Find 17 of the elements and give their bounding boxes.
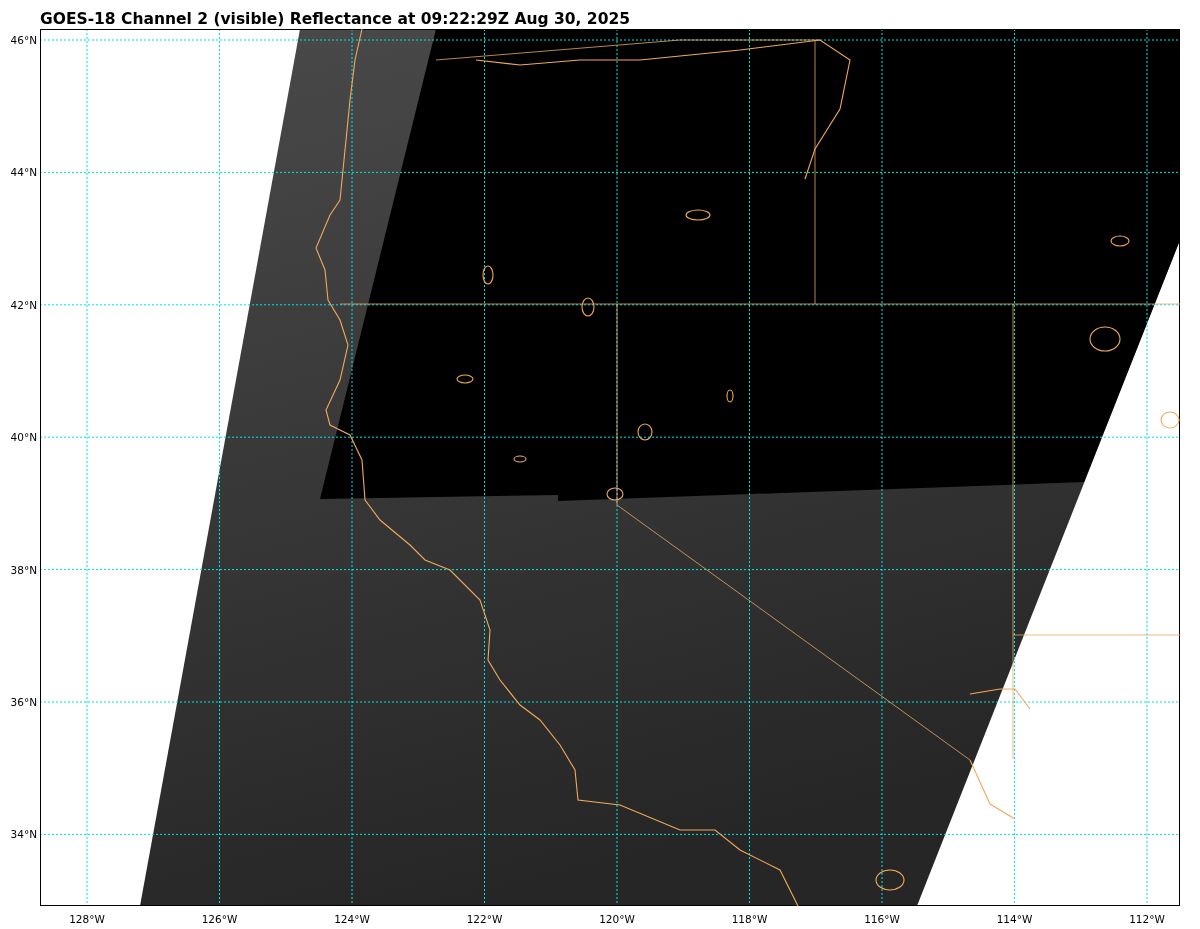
latitude-label: 46°N [10,34,37,46]
latitude-label: 40°N [10,431,37,444]
longitude-label: 114°W [996,913,1033,925]
longitude-label: 116°W [864,913,900,925]
latitude-label: 42°N [10,298,37,311]
latitude-label: 44°N [10,166,37,179]
longitude-label: 120°W [599,913,635,925]
chart-title: GOES-18 Channel 2 (visible) Reflectance at 09:22:29Z Aug 30, 2025 [40,10,630,28]
latitude-label: 38°N [10,563,37,576]
longitude-label: 124°W [334,913,370,925]
longitude-label: 126°W [201,913,238,925]
longitude-label: 118°W [731,913,768,925]
latitude-label: 36°N [10,696,37,708]
longitude-label: 122°W [466,913,503,925]
longitude-label: 112°W [1129,913,1165,925]
latitude-label: 34°N [10,828,37,841]
longitude-label: 128°W [69,913,105,925]
